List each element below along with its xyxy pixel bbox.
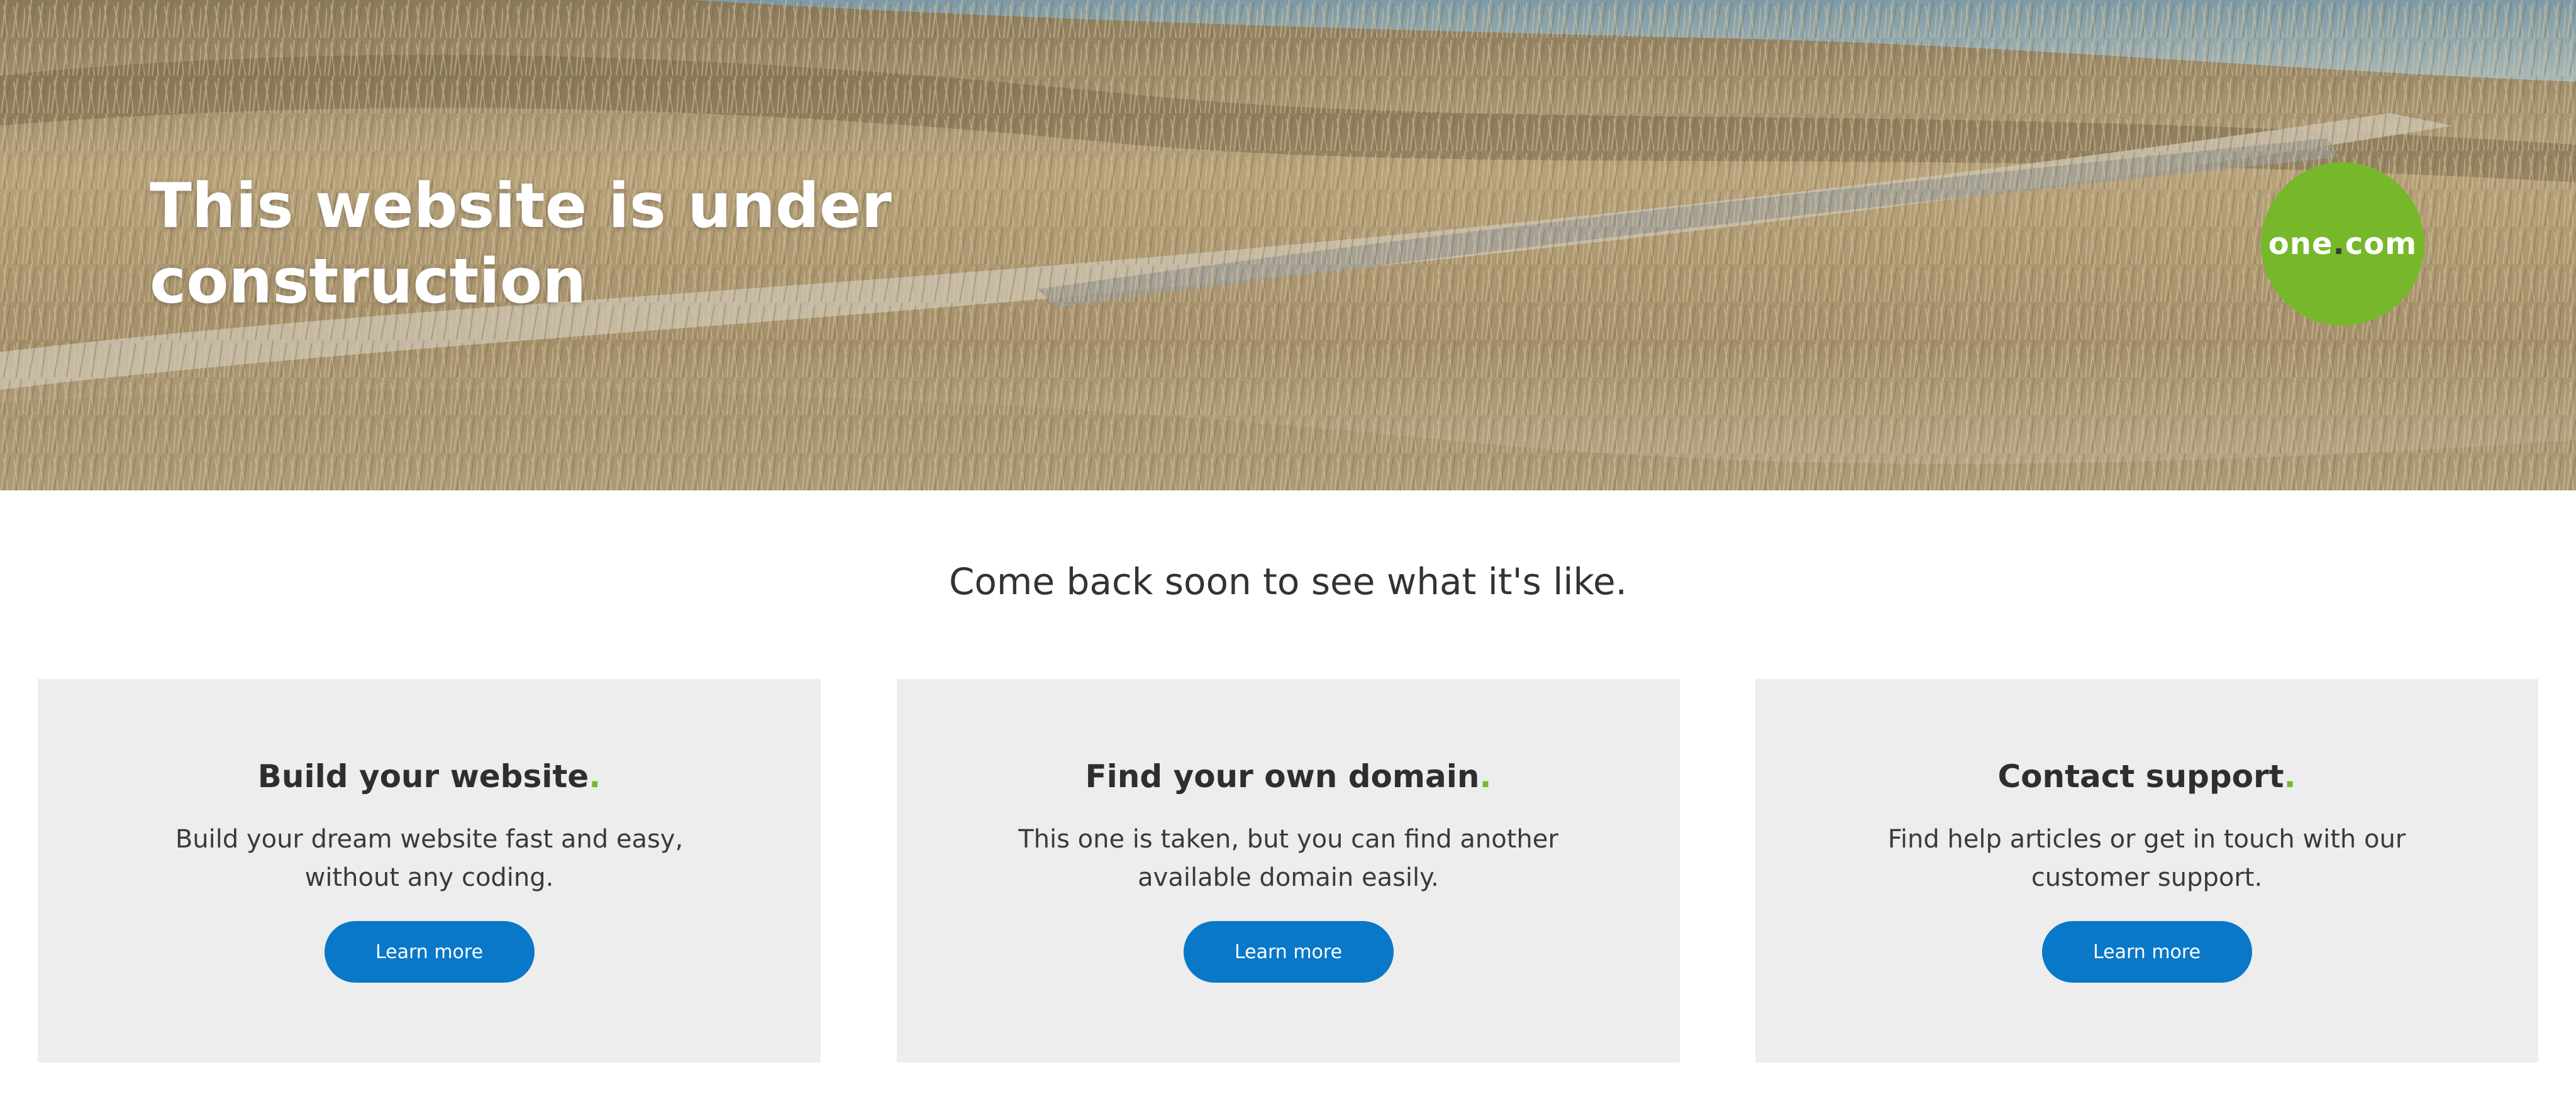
- card-title-accent: .: [2284, 758, 2296, 795]
- tagline: Come back soon to see what it's like.: [948, 560, 1628, 603]
- card-description: Find help articles or get in touch with …: [1887, 825, 2406, 892]
- logo-text-one: one: [2268, 226, 2333, 262]
- learn-more-button-find-domain[interactable]: Learn more: [1183, 921, 1394, 983]
- learn-more-button-contact-support[interactable]: Learn more: [2041, 921, 2252, 983]
- card-build-website: Build your website. Build your dream web…: [38, 679, 821, 1063]
- logo-text-dot: .: [2333, 226, 2345, 262]
- card-title-text: Find your own domain: [1085, 758, 1480, 795]
- logo-text-com: com: [2345, 226, 2418, 262]
- card-contact-support: Contact support. Find help articles or g…: [1755, 679, 2538, 1063]
- card-title: Contact support.: [1755, 754, 2538, 798]
- card-title: Build your website.: [38, 754, 821, 798]
- card-title: Find your own domain.: [897, 754, 1680, 798]
- learn-more-button-build-website[interactable]: Learn more: [324, 921, 535, 983]
- card-title-text: Contact support: [1997, 758, 2284, 795]
- hero-banner: This website is under construction one. c…: [0, 0, 2576, 490]
- card-title-text: Build your website: [257, 758, 589, 795]
- card-find-domain: Find your own domain. This one is taken,…: [897, 679, 1680, 1063]
- card-description: This one is taken, but you can find anot…: [1018, 825, 1558, 892]
- card-title-accent: .: [589, 758, 601, 795]
- one-com-logo[interactable]: one. com: [2261, 162, 2424, 326]
- card-description: Build your dream website fast and easy, …: [175, 825, 684, 892]
- card-title-accent: .: [1479, 758, 1492, 795]
- hero-title: This website is under construction: [150, 170, 892, 317]
